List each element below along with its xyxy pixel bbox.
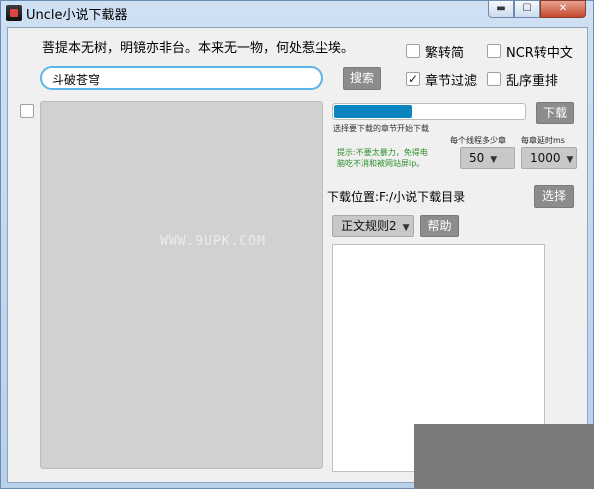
title-bar[interactable]: Uncle小说下载器 ▬ ☐ ✕ (0, 0, 594, 26)
choose-location-button[interactable]: 选择 (534, 185, 574, 208)
progress-caption: 选择要下载的章节开始下载 (333, 124, 429, 133)
interval-dropdown[interactable]: 1000 ▼ (521, 147, 577, 169)
chevron-down-icon: ▼ (402, 223, 410, 233)
search-button[interactable]: 搜索 (343, 67, 381, 90)
traditional-simplified-checkbox[interactable] (406, 44, 420, 58)
download-progress-bar (332, 103, 526, 120)
download-button[interactable]: 下载 (536, 102, 574, 124)
search-input[interactable]: 斗破苍穹 (40, 66, 323, 90)
help-button[interactable]: 帮助 (420, 215, 459, 237)
ncr-to-chinese-label: NCR转中文 (506, 46, 573, 61)
window-title: Uncle小说下载器 (26, 8, 128, 23)
poem-text: 菩提本无树，明镜亦非台。本来无一物，何处惹尘埃。 (42, 41, 355, 56)
threads-dropdown[interactable]: 50 ▼ (460, 147, 515, 169)
interval-label: 每章延时ms (521, 136, 565, 145)
app-icon (6, 5, 22, 21)
threads-label: 每个线程多少章 (450, 136, 506, 145)
chapter-filter-checkbox[interactable]: ✓ (406, 72, 420, 86)
progress-fill (334, 105, 412, 118)
chapter-list-panel[interactable] (40, 101, 323, 469)
shuffle-reorder-checkbox[interactable] (487, 72, 501, 86)
close-button[interactable]: ✕ (540, 0, 586, 18)
overlay-block (414, 424, 594, 489)
watermark-text: WWW.9UPK.COM (160, 234, 266, 249)
tip-text: 提示:不要太暴力，免得电 脑吃不消和被网站屏ip。 (337, 147, 428, 169)
chevron-down-icon: ▼ (566, 155, 574, 165)
traditional-simplified-label: 繁转简 (425, 46, 465, 61)
ncr-to-chinese-checkbox[interactable] (487, 44, 501, 58)
download-location-label: 下载位置:F:/小说下载目录 (327, 190, 466, 204)
interval-value: 1000 (530, 151, 561, 165)
threads-value: 50 (469, 151, 485, 165)
content-rule-dropdown[interactable]: 正文规则2 ▼ (332, 215, 414, 237)
shuffle-reorder-label: 乱序重排 (506, 74, 559, 89)
minimize-button[interactable]: ▬ (488, 0, 514, 18)
tip-line-2: 脑吃不消和被网站屏ip。 (337, 159, 425, 168)
chevron-down-icon: ▼ (490, 155, 498, 165)
tip-line-1: 提示:不要太暴力，免得电 (337, 148, 428, 157)
chapter-filter-label: 章节过滤 (425, 74, 478, 89)
select-all-checkbox[interactable] (20, 104, 34, 118)
maximize-button[interactable]: ☐ (514, 0, 540, 18)
content-rule-value: 正文规则2 (341, 219, 397, 233)
